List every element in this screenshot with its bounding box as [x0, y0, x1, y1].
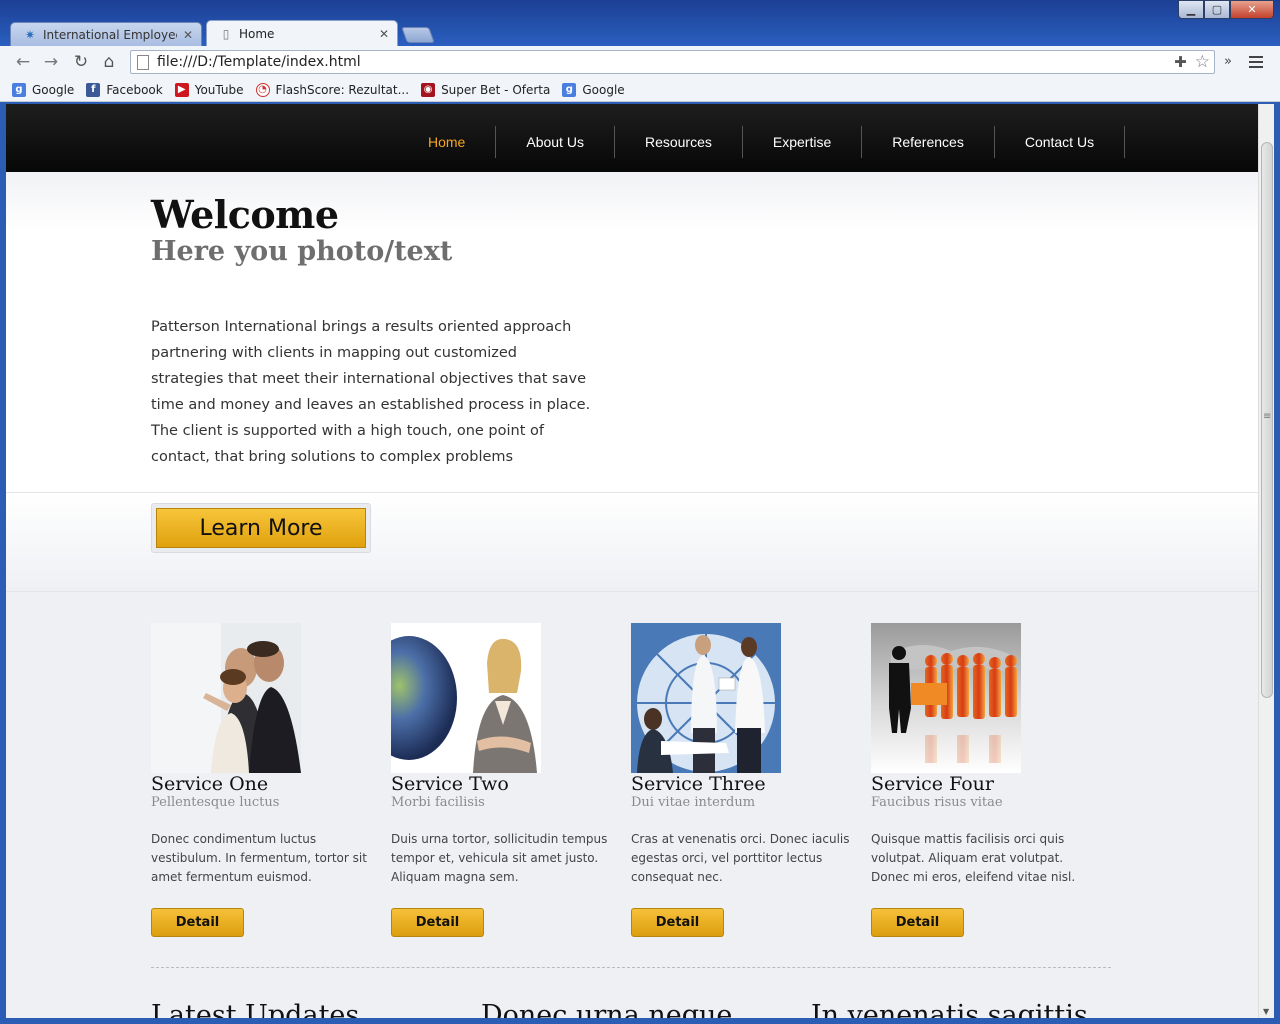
service-one-image — [151, 623, 301, 773]
chevron-more-icon[interactable]: » — [1224, 54, 1232, 69]
service-title: Service One — [151, 773, 269, 795]
bookmark-label: Google — [582, 82, 625, 97]
service-description: Quisque mattis facilisis orci quis volut… — [871, 832, 1076, 884]
service-title: Service Three — [631, 773, 766, 795]
service-four-image — [871, 623, 1021, 773]
bookmark-youtube[interactable]: ▶ YouTube — [174, 82, 244, 97]
tab-close-icon[interactable]: ✕ — [183, 28, 193, 42]
service-subtitle: Morbi facilisis — [391, 795, 485, 810]
tab-home[interactable]: ▯ Home ✕ — [206, 20, 398, 46]
service-description: Cras at venenatis orci. Donec iaculis eg… — [631, 832, 850, 884]
address-bar[interactable]: file:///D:/Template/index.html ✚ ☆ — [130, 50, 1215, 74]
nav-expertise[interactable]: Expertise — [743, 126, 863, 158]
in-venenatis-heading: In venenatis sagittis — [811, 1000, 1088, 1018]
service-card-two: Service Two Morbi facilisis Duis urna to… — [391, 623, 611, 937]
title-bar: ▁ ▢ ✕ ✷ International Employee Be ✕ ▯ Ho… — [0, 0, 1280, 46]
service-description: Donec condimentum luctus vestibulum. In … — [151, 832, 367, 884]
service-two-detail-button[interactable]: Detail — [391, 908, 484, 937]
flashscore-icon: ◔ — [255, 82, 270, 97]
close-window-button[interactable]: ✕ — [1230, 0, 1274, 19]
menu-icon[interactable] — [1249, 56, 1263, 71]
bookmark-google[interactable]: g Google — [12, 82, 75, 97]
youtube-icon: ▶ — [174, 82, 189, 97]
bookmark-label: FlashScore: Rezultat... — [275, 82, 410, 97]
bookmark-flashscore[interactable]: ◔ FlashScore: Rezultat... — [255, 82, 410, 97]
bookmark-label: YouTube — [194, 82, 244, 97]
google-icon: g — [12, 82, 26, 97]
service-two-image — [391, 623, 541, 773]
google-icon: g — [562, 82, 577, 97]
bookmark-label: Google — [32, 82, 75, 97]
page-title: Welcome — [151, 192, 339, 237]
section-divider — [151, 967, 1111, 968]
service-title: Service Two — [391, 773, 509, 795]
tab-close-icon[interactable]: ✕ — [379, 27, 389, 41]
bookmark-star-icon[interactable]: ☆ — [1195, 52, 1210, 72]
url-text: file:///D:/Template/index.html — [157, 54, 361, 70]
bookmark-facebook[interactable]: f Facebook — [86, 82, 163, 97]
forward-arrow-icon[interactable]: → — [40, 51, 62, 73]
facebook-icon: f — [86, 82, 101, 97]
nav-about-us[interactable]: About Us — [496, 126, 615, 158]
bookmark-google-2[interactable]: g Google — [562, 82, 625, 97]
learn-more-frame: Learn More — [151, 503, 371, 553]
service-card-four: Service Four Faucibus risus vitae Quisqu… — [871, 623, 1091, 937]
nav-references[interactable]: References — [862, 126, 995, 158]
page-icon — [137, 54, 149, 70]
site-navigation: Home About Us Resources Expertise Refere… — [6, 104, 1258, 172]
scroll-down-arrow-icon[interactable]: ▼ — [1263, 1007, 1269, 1016]
minimize-button[interactable]: ▁ — [1178, 0, 1204, 19]
intro-paragraph: Patterson International brings a results… — [151, 319, 591, 465]
service-subtitle: Pellentesque luctus — [151, 795, 280, 810]
page-icon: ▯ — [222, 26, 230, 41]
service-four-detail-button[interactable]: Detail — [871, 908, 964, 937]
nav-resources[interactable]: Resources — [615, 126, 743, 158]
nav-home[interactable]: Home — [398, 126, 497, 158]
page-subtitle: Here you photo/text — [151, 236, 453, 267]
bookmarks-bar: g Google f Facebook ▶ YouTube ◔ FlashSco… — [0, 78, 1280, 102]
reload-icon[interactable]: ↻ — [70, 51, 92, 73]
latest-updates-heading: Latest Updates — [151, 1000, 360, 1018]
service-one-detail-button[interactable]: Detail — [151, 908, 244, 937]
window-controls: ▁ ▢ ✕ — [1178, 0, 1274, 19]
service-title: Service Four — [871, 773, 994, 795]
hero-section: Welcome Here you photo/text Patterson In… — [6, 172, 1258, 492]
tab-strip: ✷ International Employee Be ✕ ▯ Home ✕ — [10, 20, 435, 46]
bookmark-superbet[interactable]: ◉ Super Bet - Oferta — [421, 82, 551, 97]
service-description: Duis urna tortor, sollicitudin tempus te… — [391, 832, 608, 884]
extension-puzzle-icon[interactable]: ✚ — [1174, 53, 1187, 71]
services-section: Service One Pellentesque luctus Donec co… — [6, 592, 1258, 1018]
back-arrow-icon[interactable]: ← — [12, 51, 34, 73]
service-subtitle: Faucibus risus vitae — [871, 795, 1003, 810]
learn-more-button[interactable]: Learn More — [156, 508, 366, 548]
home-icon[interactable]: ⌂ — [98, 51, 120, 73]
service-three-detail-button[interactable]: Detail — [631, 908, 724, 937]
cta-band: Learn More — [6, 492, 1258, 592]
vertical-scrollbar[interactable]: ▼ — [1258, 104, 1274, 1018]
superbet-icon: ◉ — [421, 82, 436, 97]
new-tab-button[interactable] — [401, 27, 435, 43]
favicon-icon: ✷ — [24, 27, 36, 42]
donec-urna-heading: Donec urna neque — [481, 1000, 733, 1018]
page-viewport: Home About Us Resources Expertise Refere… — [6, 104, 1258, 1018]
nav-contact-us[interactable]: Contact Us — [995, 126, 1126, 158]
bookmark-label: Facebook — [106, 82, 163, 97]
tab-title: International Employee Be — [43, 27, 177, 42]
service-subtitle: Dui vitae interdum — [631, 795, 756, 810]
bookmark-label: Super Bet - Oferta — [441, 82, 551, 97]
tab-international-employee[interactable]: ✷ International Employee Be ✕ — [10, 22, 202, 46]
browser-toolbar: ← → ↻ ⌂ file:///D:/Template/index.html ✚… — [0, 46, 1280, 78]
maximize-button[interactable]: ▢ — [1204, 0, 1230, 19]
scrollbar-thumb[interactable] — [1261, 142, 1273, 698]
tab-title: Home — [239, 26, 275, 41]
service-three-image — [631, 623, 781, 773]
service-card-one: Service One Pellentesque luctus Donec co… — [151, 623, 371, 937]
service-card-three: Service Three Dui vitae interdum Cras at… — [631, 623, 851, 937]
